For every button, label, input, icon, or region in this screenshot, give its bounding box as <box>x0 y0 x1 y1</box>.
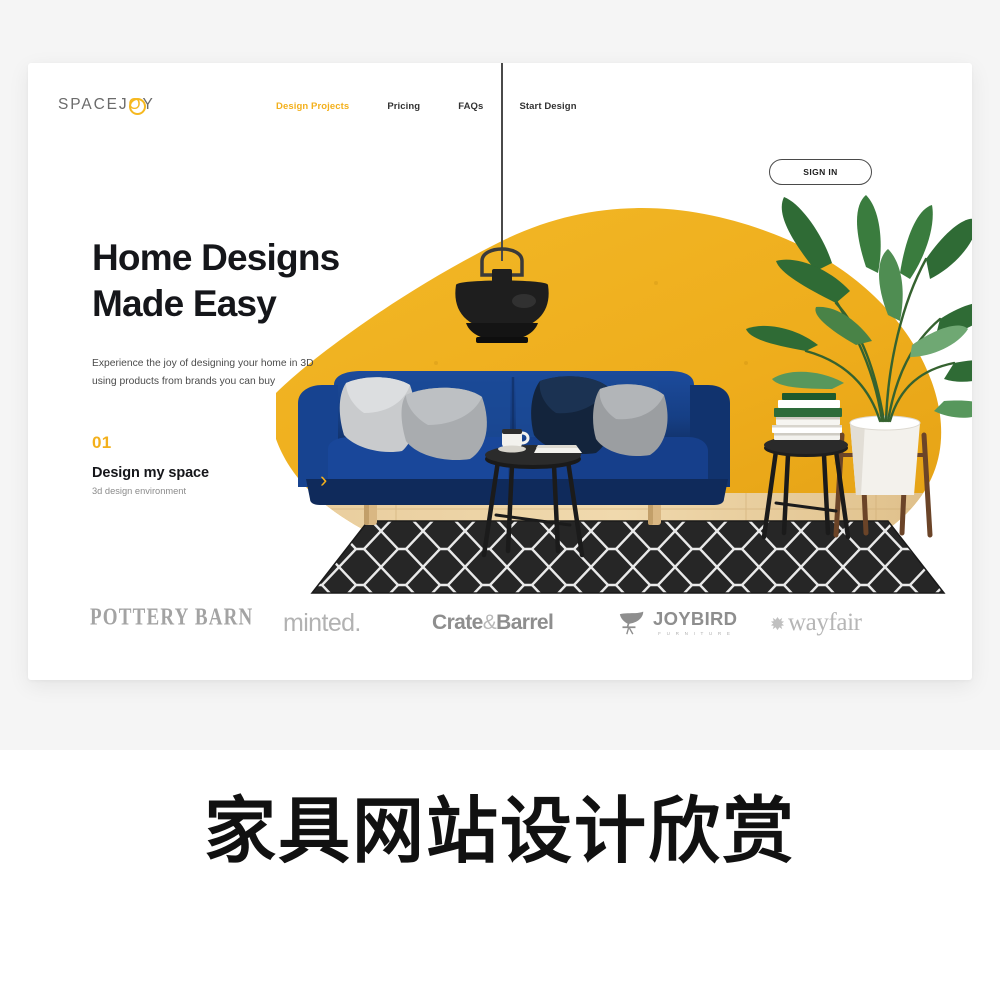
nav-link-design-projects[interactable]: Design Projects <box>276 101 349 112</box>
wayfair-wordmark: wayfair <box>788 609 862 636</box>
sign-in-label: SIGN IN <box>803 167 838 177</box>
primary-nav: Design Projects Pricing FAQs Start Desig… <box>276 101 577 112</box>
sign-in-button[interactable]: SIGN IN <box>769 159 872 185</box>
hero-artwork <box>276 63 972 680</box>
barrel-word: Barrel <box>496 611 554 634</box>
nav-link-pricing[interactable]: Pricing <box>387 101 420 112</box>
brand-logo-wayfair: wayfair <box>770 609 862 637</box>
website-mockup-card: SPACEJOY Design Projects Pricing FAQs St… <box>28 63 972 680</box>
brand-logo-joybird: JOYBIRD F U R N I T U R E <box>618 608 737 636</box>
cta-title: Design my space <box>92 465 209 481</box>
headline-line-1: Home Designs <box>92 237 340 278</box>
partner-brand-strip: POTTERY BARN minted. Crate&Barrel JOYBIR… <box>28 599 972 667</box>
ampersand-glyph: & <box>482 611 497 634</box>
logo-o-highlight: O <box>128 96 146 115</box>
joybird-wordmark: JOYBIRD F U R N I T U R E <box>653 608 737 636</box>
brand-logo-minted: minted. <box>283 609 361 637</box>
joybird-tagline: F U R N I T U R E <box>658 631 733 636</box>
area-rug <box>310 520 946 594</box>
brand-logo-pottery-barn: POTTERY BARN <box>90 604 254 631</box>
page-title: Home Designs Made Easy <box>92 235 340 326</box>
joybird-name: JOYBIRD <box>653 608 738 629</box>
subcopy-line-1: Experience the joy of designing your hom… <box>92 358 314 369</box>
cta-subtitle: 3d design environment <box>92 486 187 496</box>
chevron-right-icon[interactable]: › <box>320 469 327 491</box>
hero-illustration-svg <box>276 63 972 594</box>
logo-text-before: SPACEJ <box>58 96 129 113</box>
hero-subcopy: Experience the joy of designing your hom… <box>92 355 344 391</box>
subcopy-line-2: using products from brands you can buy <box>92 376 276 388</box>
book-stack <box>772 393 842 440</box>
page-root: SPACEJOY Design Projects Pricing FAQs St… <box>0 0 1000 1000</box>
caption-text: 家具网站设计欣赏 <box>203 792 796 872</box>
wayfair-clover-icon <box>770 616 785 630</box>
headline-line-2: Made Easy <box>92 282 277 324</box>
nav-link-start-design[interactable]: Start Design <box>519 101 576 112</box>
cta-design-my-space[interactable]: 01 Design my space 3d design environment… <box>92 433 327 496</box>
lounge-chair-icon <box>619 611 644 635</box>
brand-logo-crate-and-barrel: Crate&Barrel <box>432 611 554 635</box>
site-header: SPACEJOY Design Projects Pricing FAQs St… <box>28 63 972 155</box>
nav-link-faqs[interactable]: FAQs <box>458 101 483 112</box>
logo-spacejoy[interactable]: SPACEJOY <box>58 96 155 115</box>
cta-step-number: 01 <box>92 433 112 452</box>
crate-word: Crate <box>432 611 483 634</box>
